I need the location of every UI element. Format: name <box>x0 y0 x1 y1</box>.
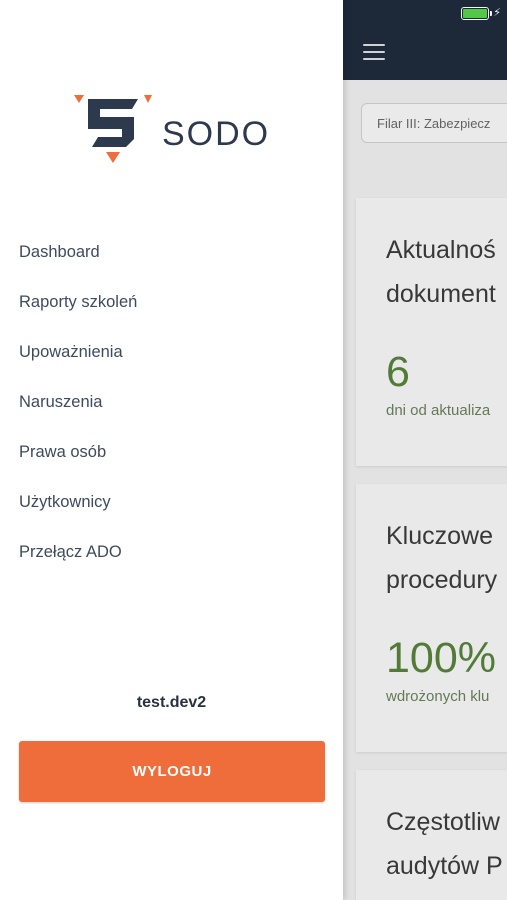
logout-button[interactable]: WYLOGUJ <box>19 741 325 802</box>
brand-logo: SODO <box>74 95 274 165</box>
card-title-line: procedury <box>386 566 498 594</box>
menu-item-users[interactable]: Użytkownicy <box>19 477 137 527</box>
dashboard-card[interactable]: Kluczowe procedury 100% wdrożonych klu <box>356 484 507 752</box>
menu-item-authorizations[interactable]: Upoważnienia <box>19 327 137 377</box>
background-app: ⚡ Filar III: Zabezpiecz Aktualnoś dokume… <box>343 0 507 900</box>
battery-icon <box>461 6 493 20</box>
menu-item-training-reports[interactable]: Raporty szkoleń <box>19 277 137 327</box>
card-value: 6 <box>386 348 410 396</box>
card-subtitle: dni od aktualiza <box>386 402 491 419</box>
menu-item-dashboard[interactable]: Dashboard <box>19 227 137 277</box>
hamburger-menu-icon[interactable] <box>363 44 385 60</box>
current-username: test.dev2 <box>136 694 207 711</box>
status-bar: ⚡ <box>461 6 501 20</box>
menu-item-breaches[interactable]: Naruszenia <box>19 377 137 427</box>
card-value: 100% <box>386 634 496 682</box>
card-title-line: Kluczowe <box>386 522 493 550</box>
card-title-line: audytów P <box>386 852 503 880</box>
card-subtitle: wdrożonych klu <box>386 688 490 705</box>
menu-item-subject-rights[interactable]: Prawa osób <box>19 427 137 477</box>
card-title-line: Aktualnoś <box>386 236 496 264</box>
sodo-logo-icon <box>74 95 152 163</box>
pillar-filter-select[interactable]: Filar III: Zabezpiecz <box>361 103 507 143</box>
menu-item-switch-ado[interactable]: Przełącz ADO <box>19 527 137 577</box>
card-title-line: Częstotliw <box>386 808 500 836</box>
card-title-line: dokument <box>386 280 496 308</box>
brand-name: SODO <box>162 115 271 153</box>
dashboard-card[interactable]: Aktualnoś dokument 6 dni od aktualiza <box>356 198 507 466</box>
charging-icon: ⚡ <box>493 6 501 19</box>
app-header: ⚡ <box>343 0 507 80</box>
drawer-menu: Dashboard Raporty szkoleń Upoważnienia N… <box>19 227 137 577</box>
navigation-drawer: SODO Dashboard Raporty szkoleń Upoważnie… <box>0 0 343 900</box>
dashboard-card[interactable]: Częstotliw audytów P <box>356 770 507 900</box>
